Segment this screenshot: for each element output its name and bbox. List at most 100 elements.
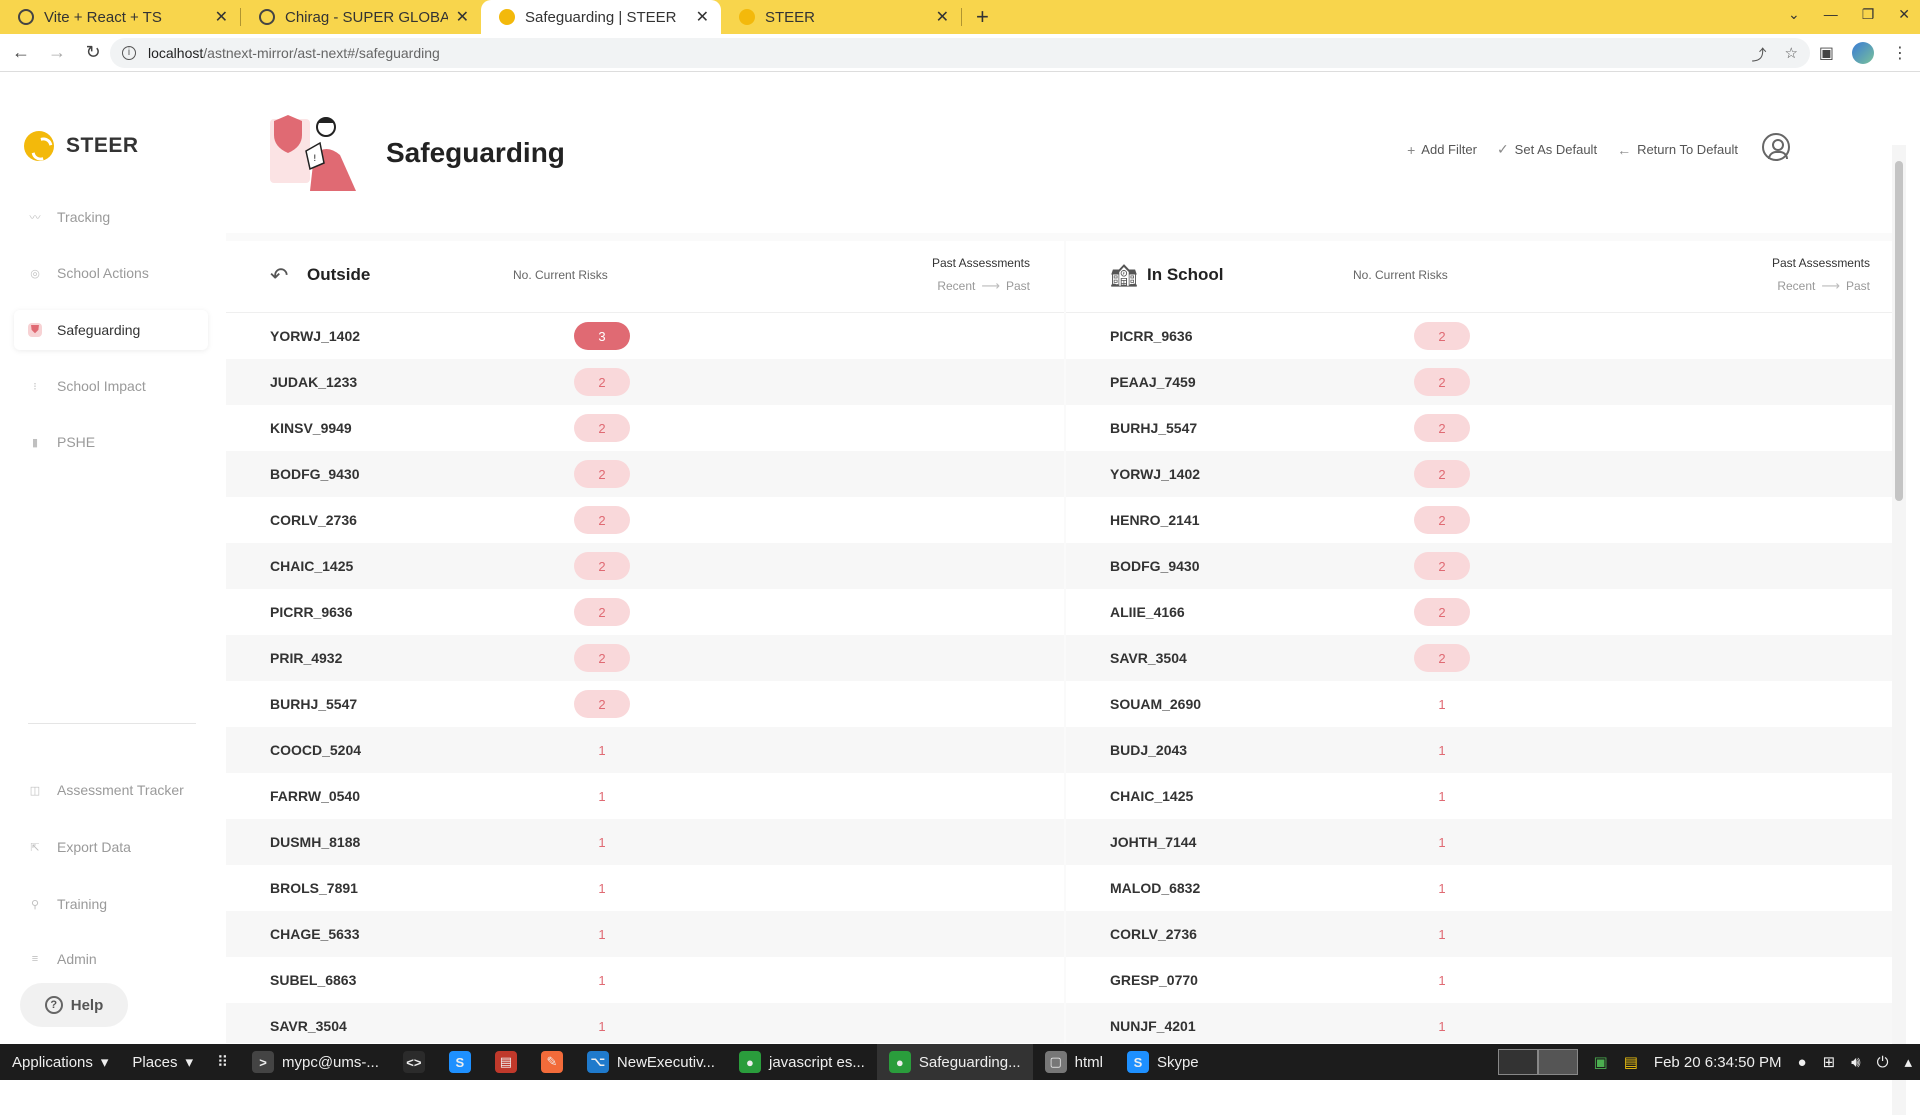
workspace-1[interactable]	[1497, 1049, 1538, 1075]
student-code[interactable]: DUSMH_8188	[270, 834, 360, 850]
forward-icon[interactable]: →	[42, 42, 72, 63]
taskbar-window-6[interactable]: ● javascript es...	[727, 1044, 877, 1080]
table-row[interactable]: SOUAM_2690 1	[1066, 681, 1904, 727]
student-code[interactable]: SOUAM_2690	[1110, 696, 1201, 712]
student-code[interactable]: MALOD_6832	[1110, 880, 1200, 896]
table-row[interactable]: BODFG_9430 2	[226, 451, 1064, 497]
minimize-icon[interactable]: —	[1824, 6, 1838, 23]
table-row[interactable]: GRESP_0770 1	[1066, 957, 1904, 1003]
student-code[interactable]: BODFG_9430	[1110, 558, 1199, 574]
student-code[interactable]: YORWJ_1402	[270, 328, 360, 344]
student-code[interactable]: KINSV_9949	[270, 420, 352, 436]
student-code[interactable]: BODFG_9430	[270, 466, 359, 482]
table-row[interactable]: BUDJ_2043 1	[1066, 727, 1904, 773]
browser-tab-safeguarding[interactable]: Safeguarding | STEER ✕	[481, 0, 721, 34]
student-code[interactable]: PRIR_4932	[270, 650, 342, 666]
close-window-icon[interactable]: ✕	[1898, 6, 1910, 23]
table-row[interactable]: JOHTH_7144 1	[1066, 819, 1904, 865]
sidebar-item-export-data[interactable]: ⇱ Export Data	[14, 827, 208, 867]
table-row[interactable]: BURHJ_5547 2	[226, 681, 1064, 727]
table-row[interactable]: PRIR_4932 2	[226, 635, 1064, 681]
table-row[interactable]: CHAGE_5633 1	[226, 911, 1064, 957]
close-tab-icon[interactable]: ✕	[456, 7, 469, 27]
return-to-default-button[interactable]: ← Return To Default	[1617, 141, 1738, 158]
student-code[interactable]: CORLV_2736	[270, 512, 357, 528]
new-tab-button[interactable]: +	[976, 4, 989, 30]
table-row[interactable]: BODFG_9430 2	[1066, 543, 1904, 589]
table-row[interactable]: YORWJ_1402 3	[226, 313, 1064, 359]
chevron-down-icon[interactable]: ⌄	[1788, 6, 1800, 23]
scrollbar-thumb[interactable]	[1895, 161, 1903, 501]
side-panel-icon[interactable]: ▣	[1819, 43, 1834, 63]
browser-tab-steer[interactable]: STEER ✕	[721, 0, 961, 34]
taskbar-window-2[interactable]: S	[437, 1044, 483, 1080]
student-code[interactable]: GRESP_0770	[1110, 972, 1198, 988]
table-row[interactable]: PICRR_9636 2	[1066, 313, 1904, 359]
sidebar-item-admin[interactable]: ≡ Admin	[14, 939, 208, 979]
student-code[interactable]: SAVR_3504	[270, 1018, 347, 1034]
sidebar-item-school-impact[interactable]: ⁝ School Impact	[14, 366, 208, 406]
site-info-icon[interactable]: i	[122, 46, 136, 60]
taskbar-window-4[interactable]: ✎	[529, 1044, 575, 1080]
table-row[interactable]: SUBEL_6863 1	[226, 957, 1064, 1003]
student-code[interactable]: JOHTH_7144	[1110, 834, 1196, 850]
more-menu-icon[interactable]: ⋮	[1892, 43, 1908, 63]
page-scrollbar[interactable]	[1892, 145, 1906, 1115]
table-row[interactable]: HENRO_2141 2	[1066, 497, 1904, 543]
close-tab-icon[interactable]: ✕	[936, 7, 949, 27]
table-row[interactable]: DUSMH_8188 1	[226, 819, 1064, 865]
help-button[interactable]: ? Help	[20, 983, 128, 1027]
places-menu[interactable]: Places ▾	[120, 1044, 205, 1080]
close-tab-icon[interactable]: ✕	[696, 7, 709, 27]
table-row[interactable]: ALIIE_4166 2	[1066, 589, 1904, 635]
student-code[interactable]: BURHJ_5547	[1110, 420, 1197, 436]
sidebar-item-assessment-tracker[interactable]: ◫ Assessment Tracker	[14, 770, 208, 810]
student-code[interactable]: PICRR_9636	[270, 604, 353, 620]
network-icon[interactable]: ⊞	[1823, 1053, 1836, 1071]
app-grid-icon[interactable]: ⠿	[205, 1044, 240, 1080]
table-row[interactable]: YORWJ_1402 2	[1066, 451, 1904, 497]
table-row[interactable]: JUDAK_1233 2	[226, 359, 1064, 405]
add-filter-button[interactable]: + Add Filter	[1407, 141, 1477, 158]
taskbar-window-0[interactable]: > mypc@ums-...	[240, 1044, 391, 1080]
student-code[interactable]: BROLS_7891	[270, 880, 358, 896]
table-row[interactable]: COOCD_5204 1	[226, 727, 1064, 773]
student-code[interactable]: HENRO_2141	[1110, 512, 1200, 528]
profile-avatar[interactable]	[1852, 42, 1874, 64]
taskbar-window-8[interactable]: ▢ html	[1033, 1044, 1115, 1080]
student-code[interactable]: FARRW_0540	[270, 788, 360, 804]
back-icon[interactable]: ←	[6, 42, 36, 63]
notes-icon[interactable]: ▤	[1624, 1053, 1638, 1071]
student-code[interactable]: COOCD_5204	[270, 742, 361, 758]
student-code[interactable]: CHAIC_1425	[1110, 788, 1193, 804]
student-code[interactable]: BURHJ_5547	[270, 696, 357, 712]
taskbar-window-7[interactable]: ● Safeguarding...	[876, 1044, 1033, 1080]
student-code[interactable]: BUDJ_2043	[1110, 742, 1187, 758]
close-tab-icon[interactable]: ✕	[215, 7, 228, 27]
table-row[interactable]: NUNJF_4201 1	[1066, 1003, 1904, 1043]
reload-icon[interactable]: ↻	[78, 42, 108, 63]
student-code[interactable]: PEAAJ_7459	[1110, 374, 1196, 390]
url-input[interactable]: i localhost/astnext-mirror/ast-next#/saf…	[110, 38, 1810, 68]
sidebar-item-pshe[interactable]: ▮ PSHE	[14, 422, 208, 462]
taskbar-window-9[interactable]: S Skype	[1115, 1044, 1211, 1080]
student-code[interactable]: JUDAK_1233	[270, 374, 357, 390]
taskbar-window-5[interactable]: ⌥ NewExecutiv...	[575, 1044, 727, 1080]
table-row[interactable]: CHAIC_1425 2	[226, 543, 1064, 589]
set-as-default-button[interactable]: ✓ Set As Default	[1497, 141, 1597, 158]
table-row[interactable]: KINSV_9949 2	[226, 405, 1064, 451]
table-row[interactable]: SAVR_3504 1	[226, 1003, 1064, 1043]
workspace-2[interactable]	[1537, 1049, 1578, 1075]
student-code[interactable]: CHAGE_5633	[270, 926, 360, 942]
table-row[interactable]: CORLV_2736 2	[226, 497, 1064, 543]
tray-expand-icon[interactable]: ▴	[1904, 1053, 1912, 1071]
student-code[interactable]: CORLV_2736	[1110, 926, 1197, 942]
table-row[interactable]: PEAAJ_7459 2	[1066, 359, 1904, 405]
shield-check-icon[interactable]: ▣	[1594, 1053, 1608, 1071]
taskbar-window-1[interactable]: <>	[391, 1044, 437, 1080]
student-code[interactable]: SUBEL_6863	[270, 972, 356, 988]
sidebar-item-school-actions[interactable]: ◎ School Actions	[14, 253, 208, 293]
steer-logo[interactable]: STEER	[24, 131, 139, 161]
restore-icon[interactable]: ❐	[1862, 6, 1875, 23]
table-row[interactable]: FARRW_0540 1	[226, 773, 1064, 819]
